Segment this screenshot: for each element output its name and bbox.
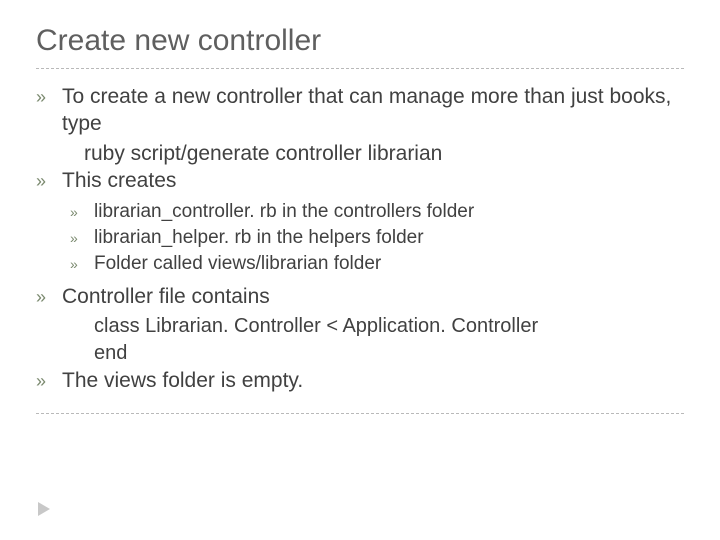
list-item-text: librarian_controller. rb in the controll… [94, 199, 684, 225]
bullet-icon: » [70, 251, 94, 277]
list-item-text: librarian_helper. rb in the helpers fold… [94, 225, 684, 251]
list-item: » librarian_helper. rb in the helpers fo… [70, 225, 684, 251]
list-item-text: Folder called views/librarian folder [94, 251, 684, 277]
play-icon [38, 502, 50, 516]
list-item-text: To create a new controller that can mana… [62, 83, 684, 138]
bullet-icon: » [70, 225, 94, 251]
list-item: » This creates [36, 167, 684, 195]
divider-bottom [36, 413, 684, 414]
list-item: » librarian_controller. rb in the contro… [70, 199, 684, 225]
bullet-icon: » [36, 167, 62, 195]
list-item-text: This creates [62, 167, 684, 194]
bullet-icon: » [36, 367, 62, 395]
list-item-text: The views folder is empty. [62, 367, 684, 394]
list-item-text: Controller file contains [62, 283, 684, 310]
list-item: » Folder called views/librarian folder [70, 251, 684, 277]
code-line: ruby script/generate controller libraria… [36, 140, 684, 167]
bullet-list-level2: » librarian_controller. rb in the contro… [36, 199, 684, 277]
bullet-icon: » [36, 283, 62, 311]
bullet-list-level1: » To create a new controller that can ma… [36, 83, 684, 395]
slide-title: Create new controller [36, 24, 684, 58]
bullet-icon: » [36, 83, 62, 111]
list-item: » The views folder is empty. [36, 367, 684, 395]
list-item: » To create a new controller that can ma… [36, 83, 684, 138]
code-line: class Librarian. Controller < Applicatio… [36, 313, 684, 340]
list-item: » Controller file contains [36, 283, 684, 311]
bullet-icon: » [70, 199, 94, 225]
divider-top [36, 68, 684, 69]
code-line: end [36, 340, 684, 367]
